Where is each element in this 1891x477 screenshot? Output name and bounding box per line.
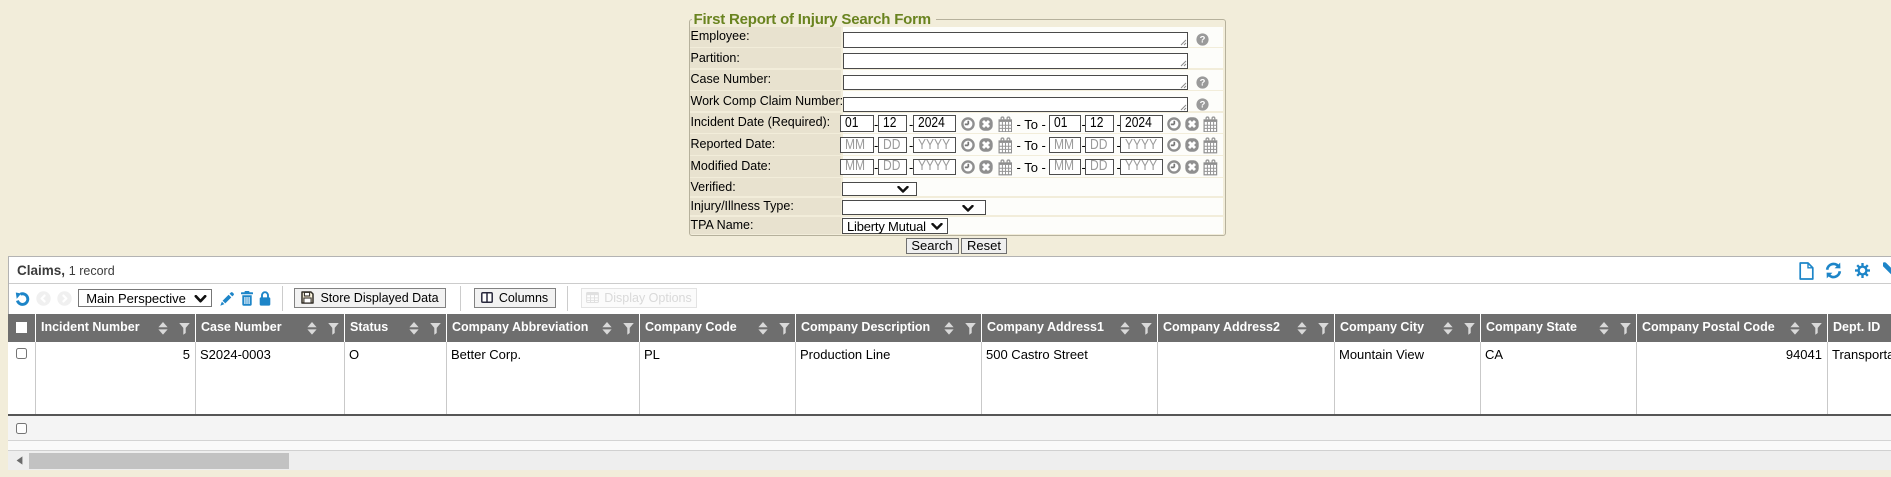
svg-text:?: ? <box>1200 35 1206 46</box>
svg-text:?: ? <box>1200 78 1206 89</box>
svg-text:?: ? <box>1200 100 1206 111</box>
